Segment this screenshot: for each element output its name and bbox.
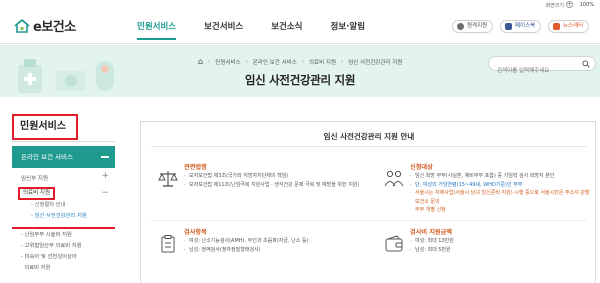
site-logo[interactable]: e보건소 [14, 16, 76, 35]
logo-text: e보건소 [33, 20, 76, 35]
search-icon[interactable] [582, 60, 590, 68]
sidebar-divider [12, 141, 115, 142]
content-panel: 임신 사전건강관리 지원 안내 관련법령 모자보건법 제3조(국가와 지방자치단… [140, 121, 596, 283]
panel-divider [151, 146, 587, 147]
section-title: 검사비 지원금액 [410, 229, 453, 236]
section-line: 남성: 정액검사(정자정밀형태검사) [184, 246, 364, 255]
section-line: 모자보건법 제3조(국가와 지방자치단체의 책임) [184, 172, 364, 181]
search-box [488, 56, 596, 78]
newsletter-icon [553, 23, 560, 30]
sidebar-item-high-risk[interactable]: - 고위험임산부 의료비 지원 [12, 241, 115, 252]
sidebar-item-medical-support[interactable]: 의료비 지원 − [12, 186, 115, 200]
panel-title: 임신 사전건강관리 지원 안내 [323, 132, 415, 141]
section-eligibility: 신청대상 임신 희망 부부(사실혼, 예비부부 포함) 중 가임력 검사 희망자… [383, 162, 593, 232]
remote-support-label: 원격지원 [467, 23, 488, 29]
section-line: 임신 희망 부부(사실혼, 예비부부 포함) 중 가임력 검사 희망자 본인 [410, 172, 590, 181]
sidebar-title: 민원서비스 [12, 114, 78, 140]
section-test-items: 검사항목 여성: 난소기능검사(AMH), 부인과 초음파(자궁, 난소 등) … [157, 227, 367, 283]
breadcrumb: ⌂ › 민원서비스 › 온라인 보건 서비스 › 의료비 지원 › 임신 사전건… [198, 57, 402, 66]
main-nav: 민원서비스 보건서비스 보건소식 정보·알림 [137, 20, 393, 40]
section-support-amount: 검사비 지원금액 여성: 최대 13만원 남성: 최대 5만원 [383, 227, 593, 283]
clipboard-icon [161, 235, 175, 253]
breadcrumb-item-1[interactable]: 민원서비스 [215, 58, 240, 66]
sidebar-item-label: 의료비 지원 [18, 187, 56, 200]
section-related-laws: 관련법령 모자보건법 제3조(국가와 지방자치단체의 책임) 모자보건법 제11… [157, 162, 367, 232]
breadcrumb-item-2[interactable]: 온라인 보건 서비스 [253, 58, 297, 66]
headset-icon [457, 23, 464, 30]
breadcrumb-separator: › [208, 58, 211, 65]
sidebar-item-label: 임신부 지원 [21, 176, 49, 182]
expand-icon[interactable]: + [101, 172, 109, 181]
sidebar-list: 임신부 지원 + 의료비 지원 − - 신청절차 안내 - 임신 사전건강관리 … [12, 172, 115, 222]
section-title: 검사항목 [184, 229, 207, 236]
nav-civil-service[interactable]: 민원서비스 [137, 20, 176, 40]
wallet-icon [385, 235, 403, 252]
zoom-value: 100% [579, 2, 594, 8]
remote-support-button[interactable]: 원격지원 [452, 20, 494, 33]
facebook-icon [505, 23, 512, 30]
zoom-label: 화면크기 [545, 3, 564, 9]
collapse-icon[interactable]: − [101, 189, 109, 198]
sidebar-item-infertility[interactable]: - 난임부부 시술비 지원 [12, 230, 115, 241]
sidebar-subitem-label: - 신청절차 안내 [31, 202, 66, 208]
section-body: 여성: 난소기능검사(AMH), 부인과 초음파(자궁, 난소 등) 남성: 정… [184, 237, 364, 254]
house-logo-icon [14, 18, 30, 33]
breadcrumb-item-3[interactable]: 의료비 지원 [309, 58, 336, 66]
page-banner: ⌂ › 민원서비스 › 온라인 보건 서비스 › 의료비 지원 › 임신 사전건… [0, 45, 600, 97]
section-line: 모자보건법 제11조(난임극복 지원사업 · 생식건강 문제 극복 및 예방을 … [184, 181, 364, 190]
nav-info-notice[interactable]: 정보·알림 [331, 20, 366, 40]
sidebar-item-premature-2[interactable]: 의료비 지원 [12, 263, 115, 274]
section-divider [151, 220, 587, 221]
home-icon[interactable]: ⌂ [198, 57, 203, 66]
breadcrumb-separator: › [245, 58, 248, 65]
section-line: 서울시는 자체사업(서울시 남녀 임신준비 지원) 시행 중으로 서울시민은 주… [410, 189, 590, 206]
collapse-icon[interactable] [101, 156, 109, 158]
search-input[interactable] [497, 64, 583, 78]
breadcrumb-item-4[interactable]: 임신 사전건강관리 지원 [348, 58, 402, 66]
zoom-in-button[interactable]: + [566, 1, 573, 8]
sidebar-item-online-health-service[interactable]: 온라인 보건 서비스 [12, 146, 115, 168]
sidebar-subitem-label: - 임신 사전건강관리 지원 [31, 213, 87, 219]
sidebar-subitem-procedure[interactable]: - 신청절차 안내 [12, 200, 115, 211]
section-title: 신청대상 [410, 164, 433, 171]
sidebar-item-premature[interactable]: - 미숙아 및 선천성이상아 [12, 252, 115, 263]
section-title: 관련법령 [184, 164, 207, 171]
facebook-label: 페이스북 [515, 23, 536, 29]
section-line: 여성: 최대 13만원 [410, 237, 590, 246]
family-icon [384, 170, 404, 187]
section-body: 여성: 최대 13만원 남성: 최대 5만원 [410, 237, 590, 254]
section-line: 단, 여성의 가임연령(15~49세, WHO기준)인 부부 [410, 181, 590, 190]
sidebar-list-more: - 난임부부 시술비 지원 - 고위험임산부 의료비 지원 - 미숙아 및 선천… [12, 230, 115, 274]
facebook-button[interactable]: 페이스북 [500, 20, 542, 33]
section-line: 남성: 최대 5만원 [410, 246, 590, 255]
nav-health-news[interactable]: 보건소식 [271, 20, 302, 40]
scales-icon [158, 171, 178, 187]
section-body: 임신 희망 부부(사실혼, 예비부부 포함) 중 가임력 검사 희망자 본인 단… [410, 172, 590, 215]
sidebar-subitem-pre-pregnancy[interactable]: - 임신 사전건강관리 지원 [12, 211, 115, 222]
utility-bar: 화면크기 + 100% [0, 0, 600, 12]
newsletter-label: 뉴스레터 [563, 23, 584, 29]
breadcrumb-separator: › [341, 58, 344, 65]
sidebar-head-label: 온라인 보건 서비스 [21, 153, 73, 161]
section-line: 부부 개별 신청 [410, 206, 590, 215]
section-line: 여성: 난소기능검사(AMH), 부인과 초음파(자궁, 난소 등) [184, 237, 364, 246]
site-header: e보건소 민원서비스 보건서비스 보건소식 정보·알림 원격지원 페이스북 뉴스… [0, 12, 600, 44]
newsletter-button[interactable]: 뉴스레터 [548, 20, 590, 33]
nav-health-service[interactable]: 보건서비스 [204, 20, 243, 40]
active-underline [12, 227, 115, 229]
sidebar-item-pregnant-support[interactable]: 임신부 지원 + [12, 172, 115, 186]
breadcrumb-separator: › [301, 58, 304, 65]
section-body: 모자보건법 제3조(국가와 지방자치단체의 책임) 모자보건법 제11조(난임극… [184, 172, 364, 189]
